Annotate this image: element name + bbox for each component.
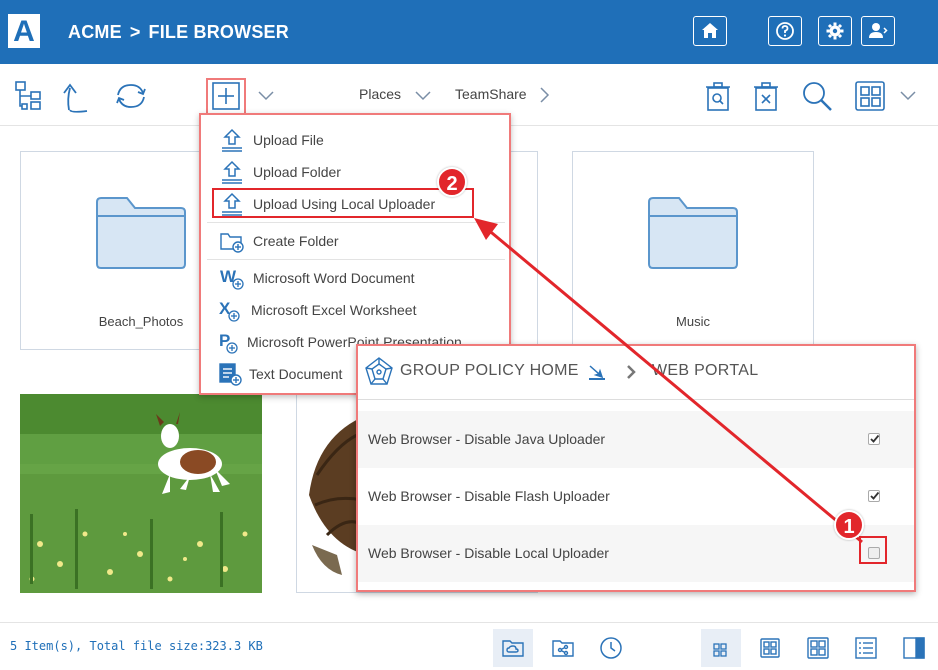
large-grid-icon <box>807 637 829 659</box>
local-uploader-checkbox-highlight <box>859 536 887 564</box>
step-badge-1: 1 <box>834 510 864 540</box>
policy-row: Web Browser - Disable Flash Uploader <box>358 468 914 525</box>
cloud-folder-button[interactable] <box>493 629 533 667</box>
menu-item-word-document[interactable]: W Microsoft Word Document <box>201 263 509 293</box>
policy-checkbox-checked[interactable] <box>868 490 880 502</box>
group-policy-title[interactable]: GROUP POLICY HOME <box>400 362 579 380</box>
cloud-folder-icon <box>502 640 524 657</box>
policy-label: Web Browser - Disable Flash Uploader <box>368 488 610 504</box>
upload-local-uploader-highlight <box>212 188 474 218</box>
up-folder-icon <box>63 83 88 113</box>
menu-item-label: Microsoft Excel Worksheet <box>251 302 417 318</box>
upload-icon <box>222 128 242 152</box>
menu-divider <box>207 259 505 260</box>
remove-icon <box>754 82 778 111</box>
delete-icon <box>706 82 730 111</box>
upload-icon <box>222 160 242 184</box>
help-icon <box>776 22 794 40</box>
recent-button[interactable] <box>591 629 631 667</box>
folder-tile[interactable]: Music <box>572 151 814 350</box>
policy-label: Web Browser - Disable Local Uploader <box>368 545 609 561</box>
menu-item-upload-file[interactable]: Upload File <box>201 125 509 155</box>
menu-item-label: Text Document <box>249 366 343 382</box>
folder-add-icon <box>220 233 244 253</box>
word-icon: W <box>220 267 244 290</box>
policy-checkbox-checked[interactable] <box>868 433 880 445</box>
gear-icon <box>826 22 844 40</box>
policy-label: Web Browser - Disable Java Uploader <box>368 431 606 447</box>
settings-button[interactable] <box>818 16 852 46</box>
teamshare-chevron-right-icon[interactable] <box>535 86 553 104</box>
download-icon[interactable] <box>587 362 607 382</box>
delete-button[interactable] <box>700 78 736 114</box>
search-icon <box>803 82 832 111</box>
up-folder-button[interactable] <box>56 78 92 114</box>
menu-item-label: Create Folder <box>253 233 339 249</box>
policy-row: Web Browser - Disable Java Uploader <box>358 411 914 468</box>
view-dropdown-chevron-icon[interactable] <box>899 86 917 104</box>
tree-view-icon <box>15 81 41 110</box>
menu-item-label: Microsoft Word Document <box>253 270 415 286</box>
list-view-button[interactable] <box>846 629 886 667</box>
tree-view-button[interactable] <box>12 78 48 114</box>
refresh-icon <box>116 84 146 108</box>
breadcrumb: ACME > FILE BROWSER <box>68 22 289 43</box>
goat-photo-thumbnail[interactable] <box>20 394 262 593</box>
powerpoint-icon: P <box>219 331 238 354</box>
clock-icon <box>600 637 622 659</box>
preview-pane-icon <box>903 637 925 659</box>
teamshare-label[interactable]: TeamShare <box>455 86 527 102</box>
checkmark-icon <box>870 491 880 500</box>
share-folder-icon <box>552 640 574 657</box>
small-grid-icon <box>713 643 727 657</box>
menu-item-excel-worksheet[interactable]: X Microsoft Excel Worksheet <box>201 295 509 325</box>
step-badge-2: 2 <box>437 167 467 197</box>
home-button[interactable] <box>693 16 727 46</box>
breadcrumb-section: FILE BROWSER <box>148 22 289 42</box>
user-icon <box>869 23 888 38</box>
refresh-button[interactable] <box>113 78 149 114</box>
small-icons-view-button[interactable] <box>701 629 741 667</box>
status-bar: 5 Item(s), Total file size:323.3 KB <box>0 622 938 670</box>
folder-icon <box>648 197 738 269</box>
text-doc-icon <box>219 363 242 386</box>
places-label[interactable]: Places <box>359 86 401 102</box>
medium-icons-view-button[interactable] <box>750 629 790 667</box>
menu-item-label: Upload File <box>253 132 324 148</box>
medium-grid-icon <box>760 638 780 658</box>
goat-image <box>20 394 262 593</box>
menu-item-create-folder[interactable]: Create Folder <box>201 226 509 256</box>
help-button[interactable] <box>768 16 802 46</box>
group-policy-panel: GROUP POLICY HOME WEB PORTAL Web Browser… <box>356 344 916 592</box>
breadcrumb-separator: > <box>129 22 141 42</box>
breadcrumb-brand[interactable]: ACME <box>68 22 122 42</box>
add-button-highlight <box>206 78 246 118</box>
list-view-icon <box>855 637 877 659</box>
places-chevron-down-icon[interactable] <box>414 86 432 104</box>
shared-folder-button[interactable] <box>543 629 583 667</box>
preview-pane-button[interactable] <box>894 629 934 667</box>
menu-divider <box>207 222 505 223</box>
group-policy-subtitle: WEB PORTAL <box>652 362 759 379</box>
policy-row: Web Browser - Disable Local Uploader <box>358 525 914 582</box>
breadcrumb-chevron-right-icon <box>627 365 636 379</box>
web-portal-logo-icon <box>365 357 393 385</box>
add-dropdown-chevron-icon[interactable] <box>257 86 275 104</box>
grid-view-icon <box>855 81 885 111</box>
file-name: Music <box>676 314 710 329</box>
large-icons-view-button[interactable] <box>798 629 838 667</box>
checkmark-icon <box>870 434 880 443</box>
excel-icon: X <box>219 299 240 322</box>
acme-logo[interactable]: A <box>8 14 40 48</box>
folder-icon <box>96 197 186 269</box>
search-button[interactable] <box>799 78 835 114</box>
status-text: 5 Item(s), Total file size:323.3 KB <box>10 639 263 653</box>
home-icon <box>702 23 718 38</box>
menu-item-label: Upload Folder <box>253 164 341 180</box>
group-policy-header: GROUP POLICY HOME WEB PORTAL <box>358 346 914 400</box>
user-button[interactable] <box>861 16 895 46</box>
remove-button[interactable] <box>748 78 784 114</box>
app-header: A ACME > FILE BROWSER <box>0 0 938 64</box>
grid-view-button[interactable] <box>852 78 888 114</box>
